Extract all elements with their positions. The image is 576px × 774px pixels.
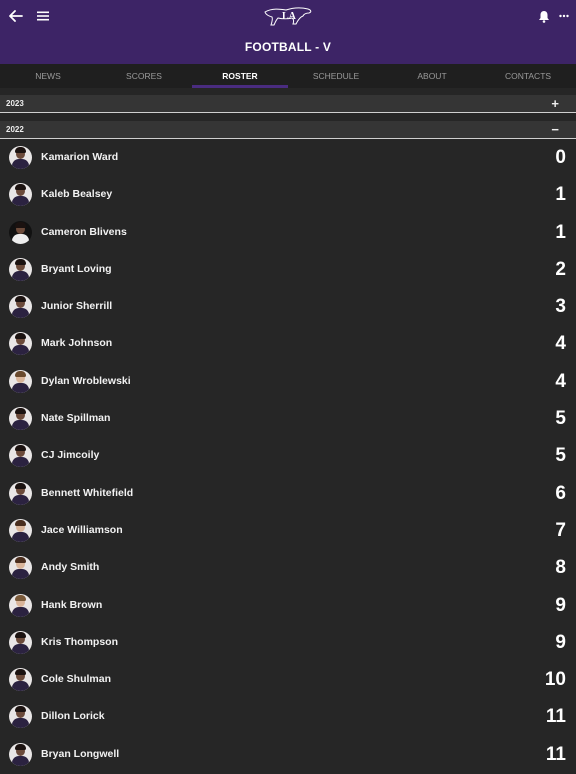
player-row[interactable]: Kaleb Bealsey 1: [0, 177, 576, 214]
player-number: 1: [555, 184, 566, 206]
player-avatar: [9, 257, 32, 281]
player-name: Hank Brown: [41, 598, 103, 611]
player-avatar: [9, 332, 32, 356]
player-name: Cameron Blivens: [41, 225, 127, 238]
player-number: 1: [555, 221, 566, 243]
player-avatar: [9, 705, 32, 729]
player-number: 2: [555, 258, 566, 280]
player-name: Jace Williamson: [41, 523, 123, 536]
player-row[interactable]: Hank Brown 9: [0, 588, 576, 625]
player-avatar: [9, 668, 32, 692]
player-number: 5: [555, 445, 566, 467]
player-name: Dillon Lorick: [41, 710, 105, 723]
player-row[interactable]: Bryan Longwell 11: [0, 737, 576, 774]
player-row[interactable]: Nate Spillman 5: [0, 401, 576, 438]
player-avatar: [9, 556, 32, 580]
player-row[interactable]: Kris Thompson 9: [0, 625, 576, 662]
player-avatar: [9, 407, 32, 431]
player-number: 11: [545, 743, 566, 765]
tab-bar: NEWS SCORES ROSTER SCHEDULE ABOUT CONTAC…: [0, 64, 576, 88]
player-number: 9: [555, 594, 566, 616]
player-number: 6: [555, 482, 566, 504]
tab-about[interactable]: ABOUT: [384, 64, 480, 88]
player-number: 10: [544, 669, 566, 691]
player-avatar: [9, 183, 32, 207]
player-name: Junior Sherrill: [41, 300, 113, 313]
player-row[interactable]: Mark Johnson 4: [0, 326, 576, 363]
player-number: 11: [545, 706, 566, 728]
top-bar: LA FOOTBALL - V: [0, 0, 576, 64]
player-name: Kamarion Ward: [41, 151, 119, 163]
player-avatar: [9, 220, 32, 244]
team-logo: LA: [262, 4, 314, 28]
player-name: Bryant Loving: [41, 262, 112, 275]
player-avatar: [9, 593, 32, 617]
tab-contacts[interactable]: CONTACTS: [480, 64, 576, 88]
player-avatar: [9, 481, 32, 505]
section-year: 2022: [6, 125, 24, 134]
player-row[interactable]: Dylan Wroblewski 4: [0, 364, 576, 401]
hamburger-menu-icon[interactable]: [31, 6, 55, 26]
player-number: 0: [555, 147, 566, 168]
expand-icon[interactable]: +: [551, 95, 559, 112]
player-row[interactable]: Andy Smith 8: [0, 550, 576, 587]
player-name: Bennett Whitefield: [41, 486, 134, 499]
tab-scores[interactable]: SCORES: [96, 64, 192, 88]
section-year: 2023: [6, 99, 24, 108]
player-name: Kaleb Bealsey: [41, 188, 113, 201]
player-number: 3: [555, 296, 566, 318]
page-title: FOOTBALL - V: [244, 40, 332, 54]
player-number: 4: [555, 370, 566, 392]
player-row[interactable]: Jace Williamson 7: [0, 513, 576, 550]
player-row[interactable]: Junior Sherrill 3: [0, 289, 576, 326]
player-row[interactable]: Kamarion Ward 0: [0, 140, 576, 177]
back-arrow-icon[interactable]: [4, 6, 28, 26]
player-row[interactable]: Dillon Lorick 11: [0, 699, 576, 736]
player-name: Bryan Longwell: [41, 747, 120, 760]
player-number: 5: [555, 408, 566, 430]
player-number: 9: [555, 631, 566, 653]
player-row[interactable]: CJ Jimcoily 5: [0, 438, 576, 475]
player-name: Nate Spillman: [41, 412, 111, 425]
section-2022-header[interactable]: 2022 −: [0, 121, 576, 139]
player-name: CJ Jimcoily: [41, 449, 100, 462]
player-avatar: [9, 146, 32, 169]
player-name: Kris Thompson: [41, 635, 119, 648]
player-number: 7: [555, 519, 566, 541]
player-name: Mark Johnson: [41, 337, 113, 350]
player-avatar: [9, 444, 32, 468]
tab-schedule[interactable]: SCHEDULE: [288, 64, 384, 88]
collapse-icon[interactable]: −: [551, 121, 559, 138]
player-name: Dylan Wroblewski: [41, 374, 131, 387]
tab-roster[interactable]: ROSTER: [192, 64, 288, 88]
player-avatar: [9, 369, 32, 393]
player-name: Andy Smith: [41, 561, 100, 574]
roster-list: Kamarion Ward 0 Kaleb Bealsey 1 Cameron …: [0, 140, 576, 774]
logo-text: LA: [282, 11, 297, 22]
player-name: Cole Shulman: [41, 673, 112, 686]
player-avatar: [9, 742, 32, 766]
player-avatar: [9, 630, 32, 654]
player-avatar: [9, 518, 32, 542]
more-dots-icon[interactable]: [552, 6, 576, 26]
player-row[interactable]: Cole Shulman 10: [0, 662, 576, 699]
player-number: 8: [555, 557, 566, 579]
player-number: 4: [555, 333, 566, 355]
player-row[interactable]: Bryant Loving 2: [0, 252, 576, 289]
tab-news[interactable]: NEWS: [0, 64, 96, 88]
section-2023-header[interactable]: 2023 +: [0, 95, 576, 113]
player-avatar: [9, 295, 32, 319]
player-row[interactable]: Bennett Whitefield 6: [0, 476, 576, 513]
player-row[interactable]: Cameron Blivens 1: [0, 215, 576, 252]
